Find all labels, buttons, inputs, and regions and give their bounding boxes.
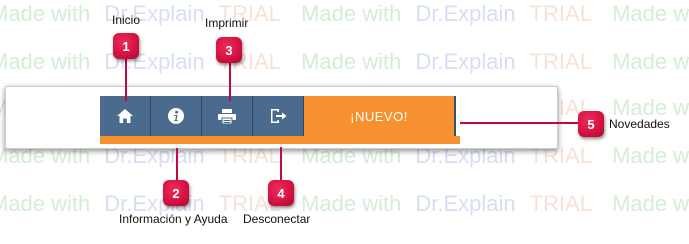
callout-label-desconectar: Desconectar	[243, 212, 311, 226]
callout-label-inicio: Inicio	[112, 13, 141, 27]
callout-badge-4: 4	[268, 180, 294, 206]
print-button[interactable]	[202, 96, 253, 136]
callout-line-1	[125, 57, 127, 101]
nuevo-button[interactable]: ¡NUEVO!	[304, 96, 456, 136]
home-icon	[117, 109, 133, 123]
info-button[interactable]	[151, 96, 202, 136]
callout-line-5	[460, 122, 578, 124]
callout-badge-2: 2	[163, 180, 189, 206]
watermark-row: Made withDr.ExplainTRIAL Made withDr.Exp…	[0, 1, 689, 26]
watermark-row: Made withDr.ExplainTRIAL Made withDr.Exp…	[0, 191, 689, 216]
callout-badge-1: 1	[113, 33, 139, 59]
callout-line-2	[176, 148, 178, 184]
toolbar-accent-bar	[100, 136, 460, 144]
info-icon	[168, 108, 184, 124]
watermark-row: Made withDr.ExplainTRIAL Made withDr.Exp…	[0, 49, 689, 74]
logout-icon	[270, 108, 287, 124]
callout-label-imprimir: Imprimir	[205, 16, 249, 30]
callout-label-informacion: Información y Ayuda	[119, 212, 228, 226]
logout-button[interactable]	[253, 96, 304, 136]
toolbar: ¡NUEVO!	[100, 96, 456, 136]
callout-line-3	[229, 63, 231, 101]
home-button[interactable]	[100, 96, 151, 136]
callout-badge-3: 3	[216, 37, 242, 63]
callout-badge-5: 5	[578, 111, 604, 137]
print-icon	[218, 108, 236, 124]
callout-line-4	[280, 147, 282, 183]
callout-label-novedades: Novedades	[609, 117, 670, 131]
